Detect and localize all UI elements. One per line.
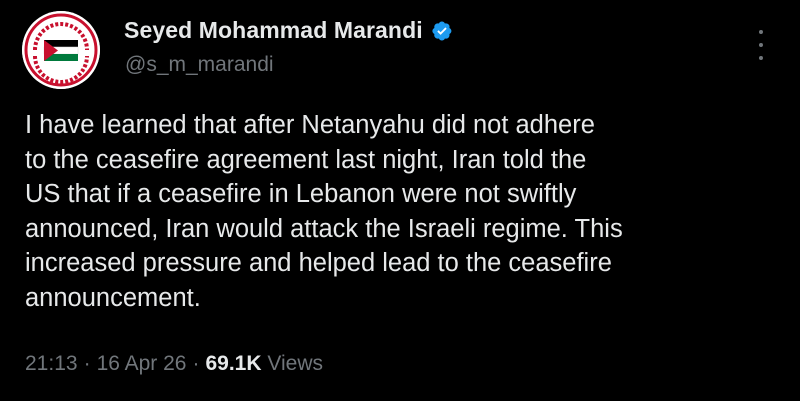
verified-badge-icon [432, 21, 452, 40]
author-name-row[interactable]: Seyed Mohammad Marandi [124, 17, 453, 44]
meta-separator: · [83, 352, 91, 375]
views-label: Views [267, 352, 323, 375]
meta-separator: · [192, 352, 200, 375]
tweet-date[interactable]: 16 Apr 26 [97, 352, 187, 376]
tweet-meta: 21:13 · 16 Apr 26 · 69.1K Views [25, 352, 323, 376]
more-dot-icon [759, 56, 763, 60]
views-count: 69.1K [205, 352, 262, 375]
palestine-flag-logo-icon [22, 11, 100, 89]
avatar[interactable] [22, 11, 100, 89]
tweet-time[interactable]: 21:13 [25, 352, 78, 376]
more-options-icon[interactable] [754, 30, 768, 60]
author-display-name[interactable]: Seyed Mohammad Marandi [124, 17, 423, 44]
more-dot-icon [759, 43, 763, 47]
tweet-text: I have learned that after Netanyahu did … [25, 111, 623, 312]
more-dot-icon [759, 30, 763, 34]
author-handle[interactable]: @s_m_marandi [125, 53, 274, 77]
